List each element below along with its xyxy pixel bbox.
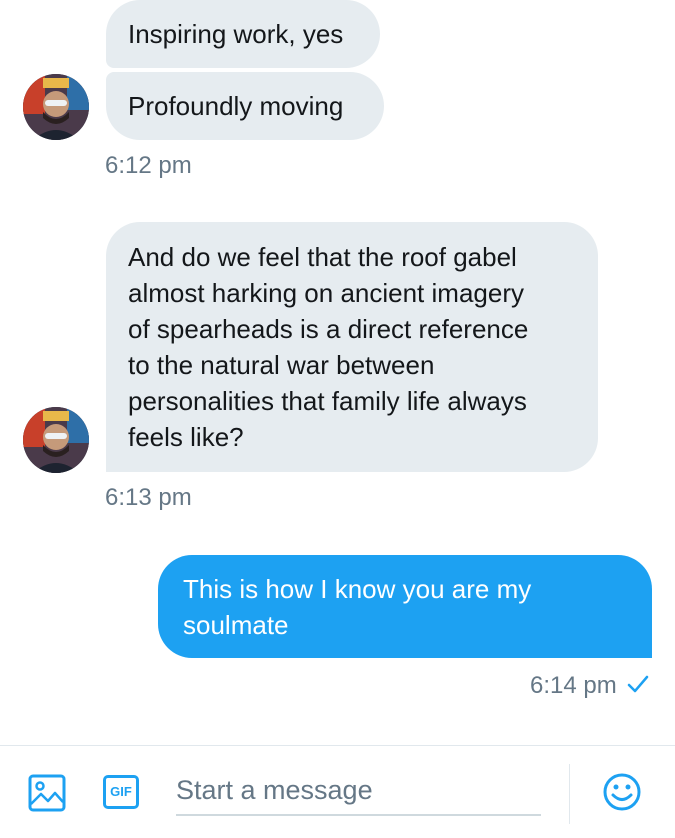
gif-button[interactable]: GIF (103, 775, 139, 809)
composer-divider (569, 764, 570, 824)
message-line: personalities that family life always (128, 386, 527, 416)
timestamp: 6:14 pm (530, 672, 617, 699)
message-line: almost harking on ancient imagery (128, 278, 524, 308)
message-composer: GIF (0, 745, 675, 838)
message-bubble-incoming: And do we feel that the roof gabel almos… (106, 222, 598, 472)
timestamp: 6:12 pm (105, 152, 192, 179)
message-line: to the natural war between (128, 350, 435, 380)
image-icon[interactable] (28, 774, 66, 817)
message-bubble-incoming: Profoundly moving (106, 72, 384, 140)
timestamp: 6:13 pm (105, 484, 192, 511)
message-line: of spearheads is a direct reference (128, 314, 529, 344)
check-icon (626, 672, 650, 703)
message-bubble-outgoing: This is how I know you are my soulmate (158, 555, 652, 658)
message-text: Profoundly moving (128, 91, 344, 121)
avatar[interactable] (23, 407, 89, 473)
message-line: And do we feel that the roof gabel (128, 242, 517, 272)
message-text: Inspiring work, yes (128, 19, 344, 49)
avatar[interactable] (23, 74, 89, 140)
message-line: This is how I know you are my (183, 574, 532, 604)
message-line: soulmate (183, 610, 289, 640)
emoji-icon[interactable] (602, 772, 642, 817)
message-line: feels like? (128, 422, 244, 452)
message-input[interactable] (176, 766, 541, 816)
message-bubble-incoming: Inspiring work, yes (106, 0, 380, 68)
